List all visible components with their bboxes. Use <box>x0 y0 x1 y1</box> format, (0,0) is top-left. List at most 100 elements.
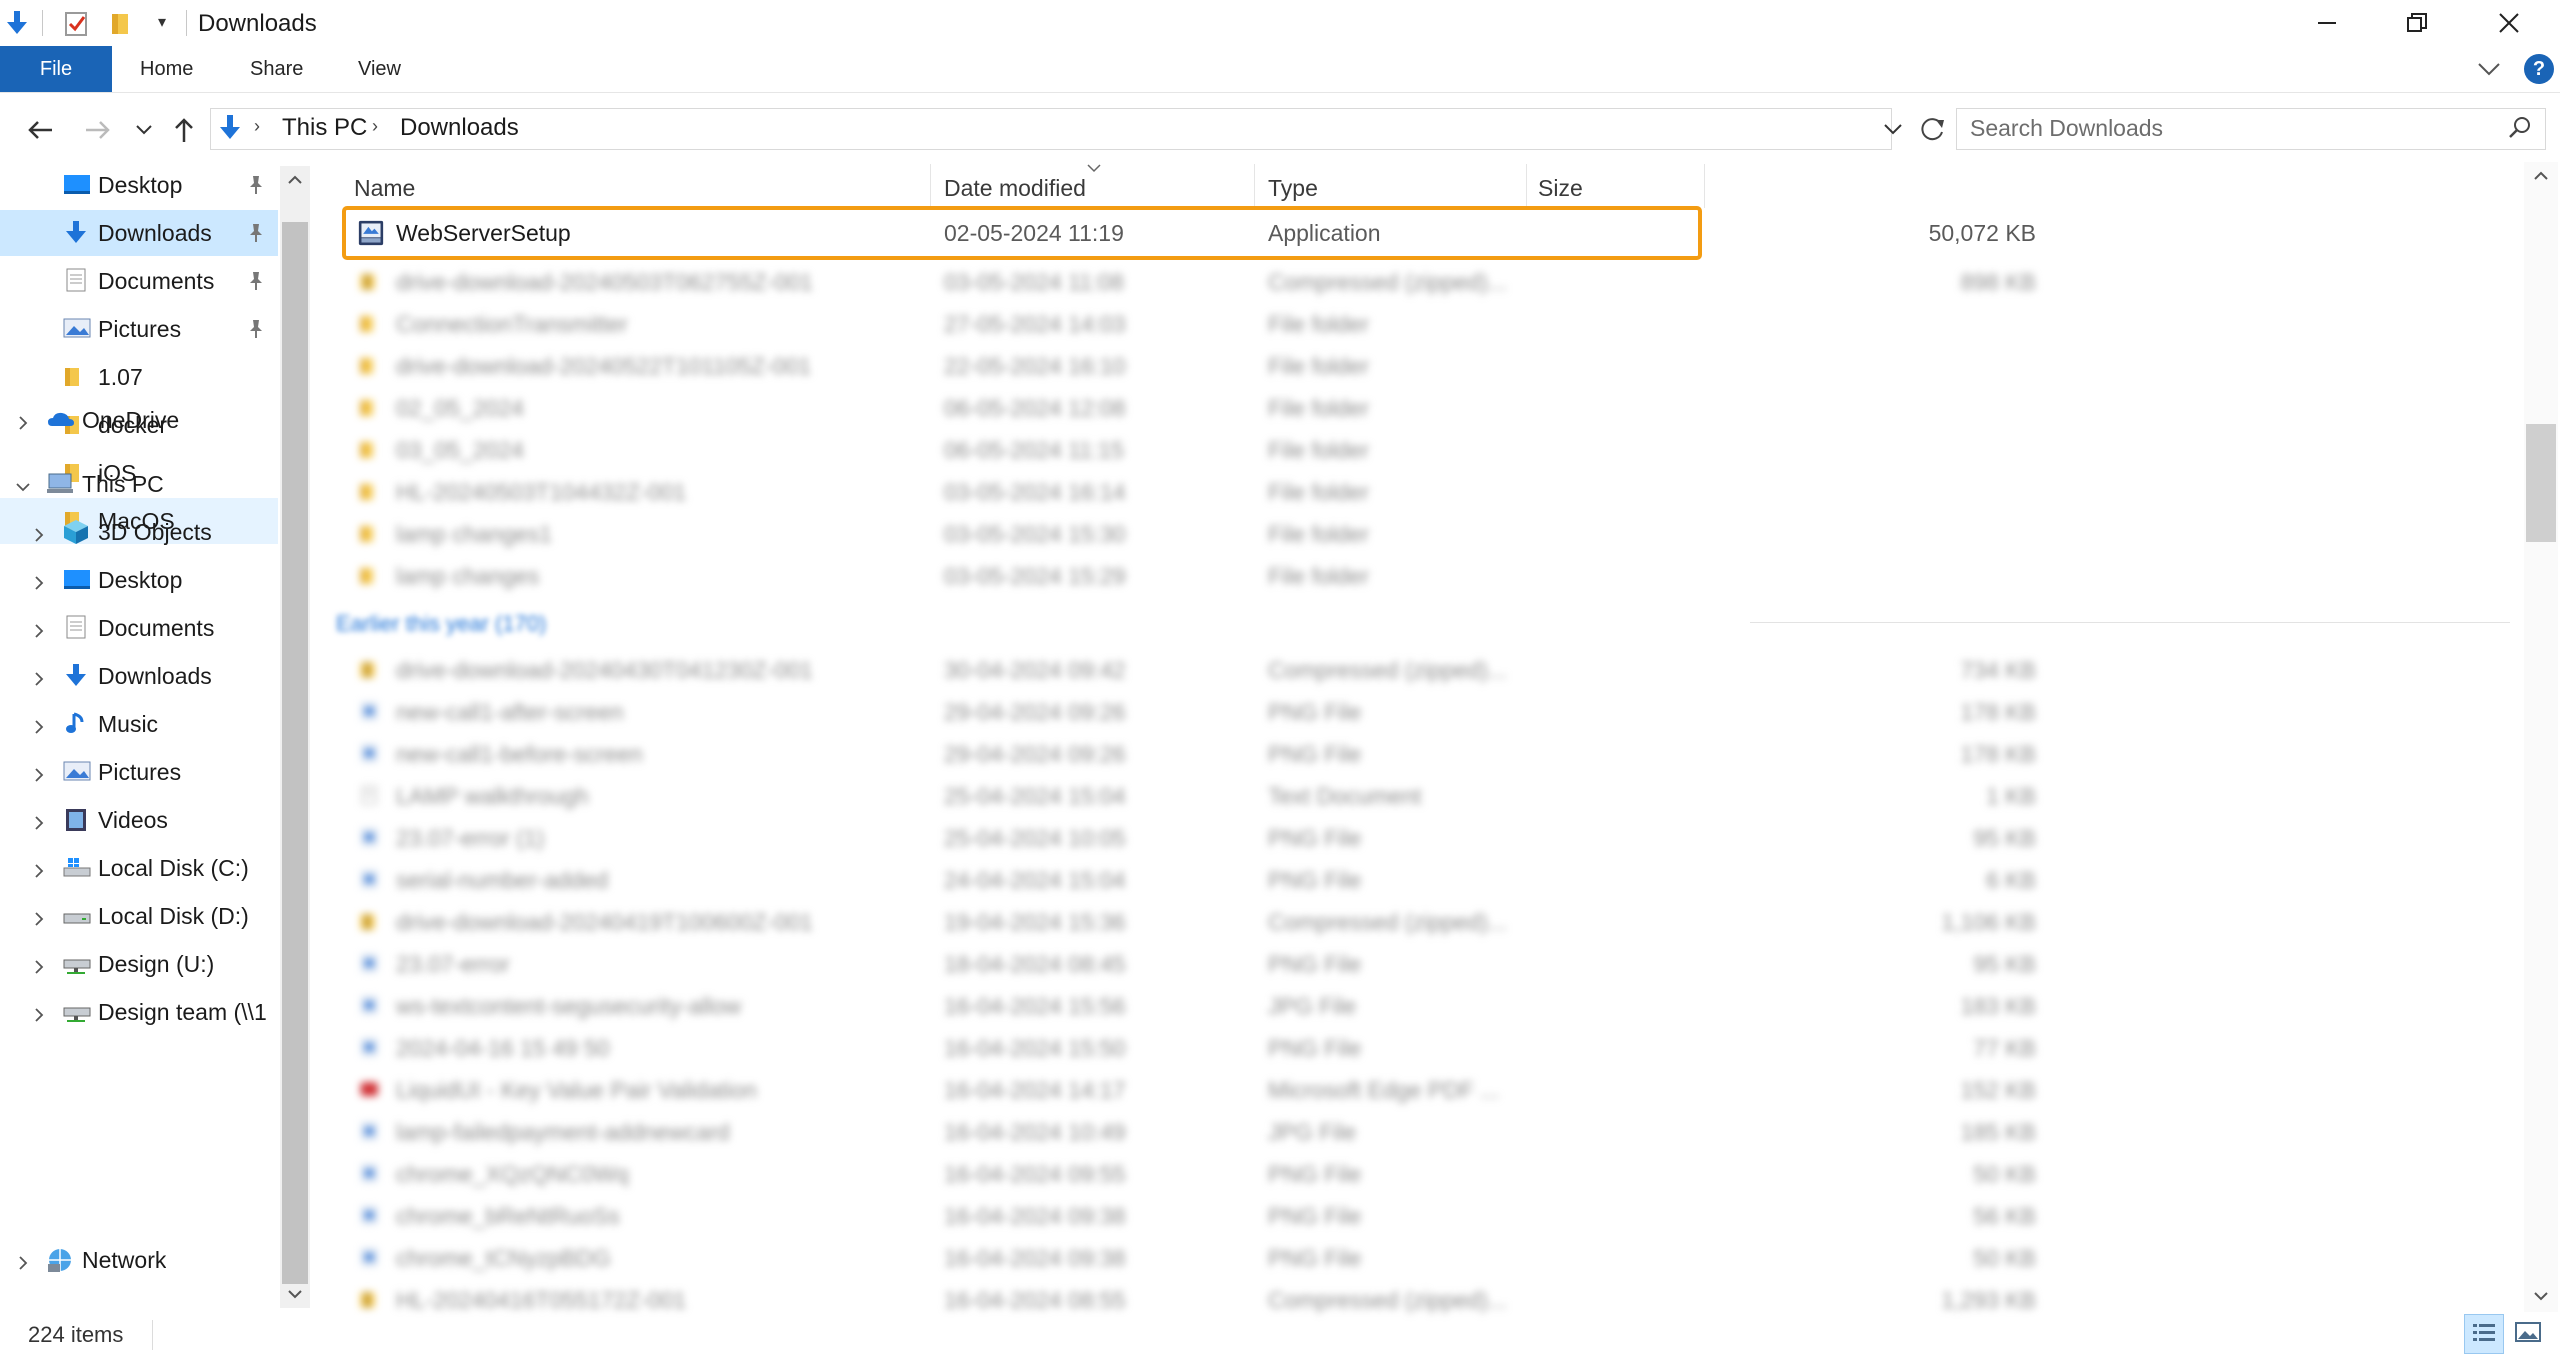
close-button[interactable] <box>2464 0 2554 46</box>
tab-file[interactable]: File <box>0 46 112 92</box>
file-row[interactable]: ConnectionTransmitter 27-05-2024 14:03 Fil… <box>346 303 1700 345</box>
up-button[interactable] <box>166 112 202 148</box>
back-button[interactable] <box>22 112 58 148</box>
file-list-scrollbar[interactable] <box>2524 162 2558 1312</box>
file-row[interactable]: lamp-failedpayment-addnewcard 16-04-2024 … <box>346 1111 2036 1153</box>
new-folder-icon[interactable] <box>110 10 134 36</box>
file-row[interactable]: 02_05_2024 06-05-2024 12:08 File folder <box>346 387 1700 429</box>
restore-button[interactable] <box>2372 0 2462 46</box>
pin-icon[interactable] <box>244 317 268 341</box>
tab-view[interactable]: View <box>358 46 401 92</box>
column-separator[interactable] <box>930 164 931 208</box>
list-scroll-down-icon[interactable] <box>2524 1282 2558 1310</box>
expand-chevron-icon[interactable] <box>30 523 48 542</box>
tab-share[interactable]: Share <box>250 46 303 92</box>
expand-chevron-icon[interactable] <box>14 475 32 493</box>
file-row[interactable]: HL-20240503T104432Z-001 03-05-2024 16:14 F… <box>346 471 1700 513</box>
file-row[interactable]: 23.07-error (1) 25-04-2024 10:05 PNG File 9… <box>346 817 2036 859</box>
large-icons-view-button[interactable] <box>2508 1314 2548 1354</box>
file-row[interactable]: 23.07-error 18-04-2024 08:45 PNG File 95 KB <box>346 943 2036 985</box>
expand-chevron-icon[interactable] <box>30 715 48 734</box>
sidebar-item-3d-objects[interactable]: 3D Objects <box>0 509 278 555</box>
column-separator[interactable] <box>1704 164 1705 208</box>
file-row[interactable]: chrome_XQzQNC0Wq 16-04-2024 09:55 PNG File… <box>346 1153 2036 1195</box>
file-row[interactable]: 2024-04-16 15 49 50 16-04-2024 15:50 PNG F… <box>346 1027 2036 1069</box>
sidebar-item-desktop[interactable]: Desktop <box>0 557 278 603</box>
expand-chevron-icon[interactable] <box>30 811 48 830</box>
sidebar-item-pictures[interactable]: Pictures <box>0 749 278 795</box>
breadcrumb-this-pc[interactable]: This PC <box>282 114 367 142</box>
file-row[interactable]: 03_05_2024 06-05-2024 11:15 File folder <box>346 429 1700 471</box>
nav-scrollbar-thumb[interactable] <box>282 222 308 1284</box>
list-scroll-up-icon[interactable] <box>2524 162 2558 190</box>
expand-chevron-icon[interactable] <box>14 411 32 430</box>
sidebar-item-pictures[interactable]: Pictures <box>0 306 278 352</box>
sidebar-item-music[interactable]: Music <box>0 701 278 747</box>
file-row[interactable]: lamp changes 03-05-2024 15:29 File folder <box>346 555 1700 597</box>
help-icon[interactable]: ? <box>2524 54 2554 84</box>
refresh-button[interactable] <box>1916 112 1950 146</box>
group-header-earlier-this-year[interactable]: Earlier this year (170) <box>336 606 546 642</box>
column-header-name[interactable]: Name <box>354 170 415 206</box>
file-row[interactable]: new-call1-before-screen 29-04-2024 09:26 P… <box>346 733 2036 775</box>
recent-locations-button[interactable] <box>132 114 156 144</box>
column-header-size[interactable]: Size <box>1538 170 1583 206</box>
file-row[interactable]: chrome_tCNyzpBDG 16-04-2024 09:38 PNG File… <box>346 1237 2036 1279</box>
details-view-button[interactable] <box>2464 1314 2504 1354</box>
file-row[interactable]: drive-download-20240430T041230Z-001 30-04… <box>346 649 2036 691</box>
expand-chevron-icon[interactable] <box>30 667 48 686</box>
forward-button[interactable] <box>80 112 116 148</box>
nav-scroll-up-icon[interactable] <box>280 166 310 194</box>
file-row[interactable]: chrome_bReNtRuoSs 16-04-2024 09:38 PNG Fil… <box>346 1195 2036 1237</box>
minimize-button[interactable] <box>2282 0 2372 46</box>
expand-chevron-icon[interactable] <box>30 907 48 926</box>
breadcrumb-downloads[interactable]: Downloads <box>400 114 519 142</box>
sidebar-item-downloads[interactable]: Downloads <box>0 653 278 699</box>
file-list-scrollbar-thumb[interactable] <box>2526 424 2556 542</box>
file-row[interactable]: new-call1-after-screen 29-04-2024 09:26 PN… <box>346 691 2036 733</box>
sidebar-item-network[interactable]: Network <box>0 1237 278 1283</box>
file-row[interactable]: HL-20240416T055172Z-001 16-04-2024 08:55 C… <box>346 1279 2036 1321</box>
sidebar-item-local-disk-c[interactable]: Local Disk (C:) <box>0 845 278 891</box>
column-header-type[interactable]: Type <box>1268 170 1318 206</box>
search-icon[interactable] <box>2506 114 2534 142</box>
breadcrumb-chevron-icon[interactable]: › <box>372 116 378 137</box>
tab-home[interactable]: Home <box>140 46 193 92</box>
sidebar-item-videos[interactable]: Videos <box>0 797 278 843</box>
address-history-chevron-icon[interactable] <box>1880 116 1906 142</box>
sidebar-item-onedrive[interactable]: OneDrive <box>0 397 278 443</box>
expand-chevron-icon[interactable] <box>30 859 48 878</box>
expand-chevron-icon[interactable] <box>30 1003 48 1022</box>
pin-icon[interactable] <box>244 173 268 197</box>
sidebar-item-local-disk-d[interactable]: Local Disk (D:) <box>0 893 278 939</box>
expand-chevron-icon[interactable] <box>30 763 48 782</box>
breadcrumb-chevron-icon[interactable]: › <box>254 116 260 137</box>
properties-icon[interactable] <box>62 10 92 38</box>
file-row[interactable]: drive-download-20240522T101105Z-001 22-05… <box>346 345 1700 387</box>
sidebar-item-1-07[interactable]: 1.07 <box>0 354 278 400</box>
sidebar-item-downloads[interactable]: Downloads <box>0 210 278 256</box>
file-row[interactable]: ws-textcontent-segusecurity-allow 16-04-2… <box>346 985 2036 1027</box>
expand-chevron-icon[interactable] <box>30 571 48 590</box>
expand-chevron-icon[interactable] <box>30 619 48 638</box>
column-separator[interactable] <box>1526 164 1527 208</box>
column-separator[interactable] <box>1254 164 1255 208</box>
sidebar-item-design-team-1[interactable]: Design team (\\1 <box>0 989 278 1035</box>
nav-scroll-down-icon[interactable] <box>280 1280 310 1308</box>
file-row[interactable]: serial-number-added 24-04-2024 15:04 PNG F… <box>346 859 2036 901</box>
sidebar-item-this-pc[interactable]: This PC <box>0 461 278 507</box>
file-row[interactable]: lamp changes1 03-05-2024 15:30 File folder <box>346 513 1700 555</box>
sidebar-item-documents[interactable]: Documents <box>0 258 278 304</box>
pin-icon[interactable] <box>244 269 268 293</box>
pin-icon[interactable] <box>244 221 268 245</box>
sidebar-item-desktop[interactable]: Desktop <box>0 162 278 208</box>
expand-chevron-icon[interactable] <box>30 955 48 974</box>
file-row[interactable]: LAMP walkthrough 25-04-2024 15:04 Text Doc… <box>346 775 2036 817</box>
expand-chevron-icon[interactable] <box>14 1251 32 1270</box>
file-row[interactable]: drive-download-20240503T062755Z-001 03-05… <box>346 261 2036 303</box>
sidebar-item-design-u[interactable]: Design (U:) <box>0 941 278 987</box>
file-row[interactable]: LiquidUI - Key Value Pair Validation 16-0… <box>346 1069 2036 1111</box>
expand-ribbon-chevron-icon[interactable] <box>2474 56 2504 82</box>
sidebar-item-documents[interactable]: Documents <box>0 605 278 651</box>
quick-access-download-icon[interactable] <box>2 8 32 38</box>
